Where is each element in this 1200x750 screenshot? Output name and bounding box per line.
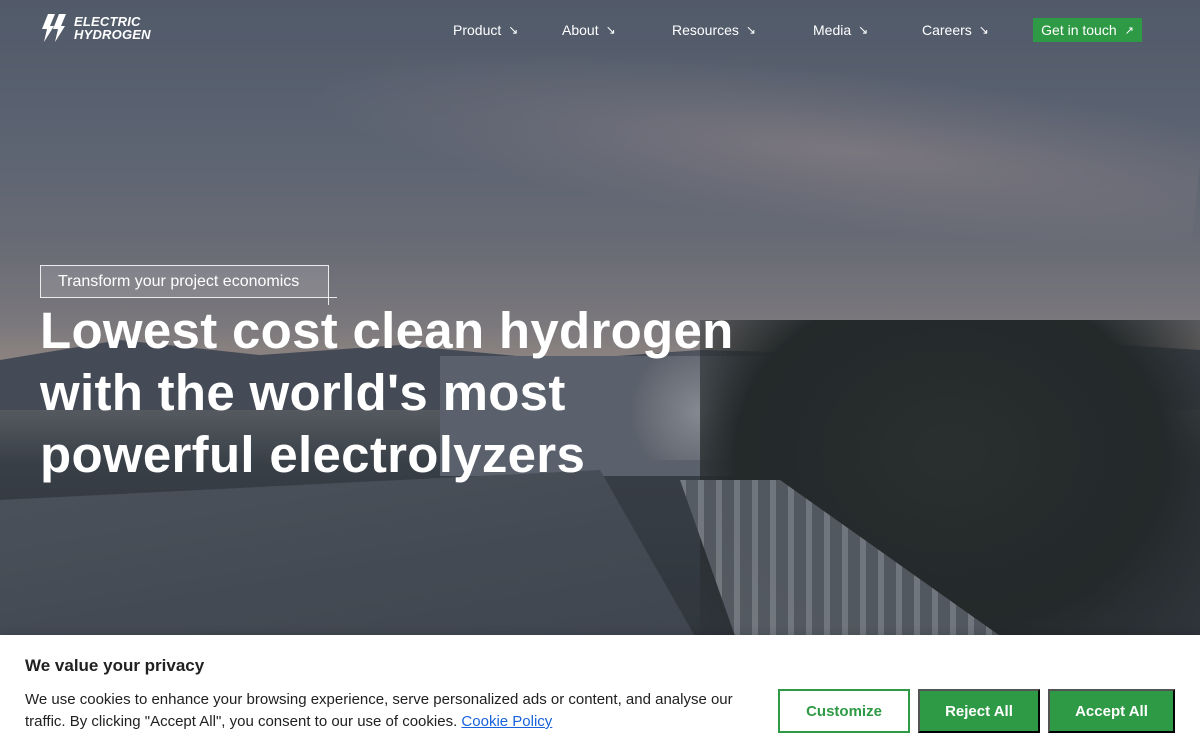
headline-line: powerful electrolyzers — [40, 426, 586, 483]
cookie-description: We use cookies to enhance your browsing … — [25, 689, 755, 733]
arrow-down-right-icon: ↘ — [978, 23, 989, 37]
arrow-down-right-icon: ↘ — [508, 23, 519, 37]
brand-wordmark: ELECTRIC HYDROGEN — [74, 15, 151, 41]
cookie-text-line-1: We use cookies to enhance your browsing … — [25, 691, 733, 708]
arrow-down-right-icon: ↘ — [605, 23, 616, 37]
cookie-text-line-2: traffic. By clicking "Accept All", you c… — [25, 713, 458, 730]
nav-item-label: Careers — [922, 22, 972, 38]
get-in-touch-button[interactable]: Get in touch ↗ — [1033, 18, 1142, 42]
arrow-down-right-icon: ↘ — [745, 23, 756, 37]
lightning-bolt-logo-icon — [42, 14, 66, 42]
accept-all-button[interactable]: Accept All — [1048, 689, 1175, 733]
top-navigation: ELECTRIC HYDROGEN Product ↘ About ↘ Reso… — [0, 0, 1200, 60]
arrow-up-right-icon: ↗ — [1124, 24, 1134, 37]
nav-item-product[interactable]: Product ↘ — [453, 21, 518, 39]
hero-headline: Lowest cost clean hydrogen with the worl… — [40, 300, 740, 486]
nav-item-careers[interactable]: Careers ↘ — [922, 21, 989, 39]
brand-logo[interactable]: ELECTRIC HYDROGEN — [40, 13, 165, 43]
cta-label: Get in touch — [1041, 22, 1117, 38]
customize-button[interactable]: Customize — [778, 689, 910, 733]
nav-item-about[interactable]: About ↘ — [562, 21, 616, 39]
hero-tagline: Transform your project economics — [40, 265, 329, 298]
nav-item-label: About — [562, 22, 599, 38]
headline-line: Lowest cost clean hydrogen — [40, 302, 734, 359]
tagline-corner-tick — [329, 297, 337, 298]
reject-all-button[interactable]: Reject All — [918, 689, 1040, 733]
cookie-consent-banner: We value your privacy We use cookies to … — [0, 635, 1200, 750]
nav-item-label: Product — [453, 22, 502, 38]
cookie-title: We value your privacy — [25, 656, 205, 675]
nav-item-label: Media — [813, 22, 852, 38]
nav-item-media[interactable]: Media ↘ — [813, 21, 868, 39]
headline-line: with the world's most — [40, 364, 566, 421]
nav-item-resources[interactable]: Resources ↘ — [672, 21, 756, 39]
nav-item-label: Resources — [672, 22, 739, 38]
arrow-down-right-icon: ↘ — [858, 23, 869, 37]
cookie-policy-link[interactable]: Cookie Policy — [461, 713, 552, 730]
brand-line-2: HYDROGEN — [74, 27, 151, 42]
